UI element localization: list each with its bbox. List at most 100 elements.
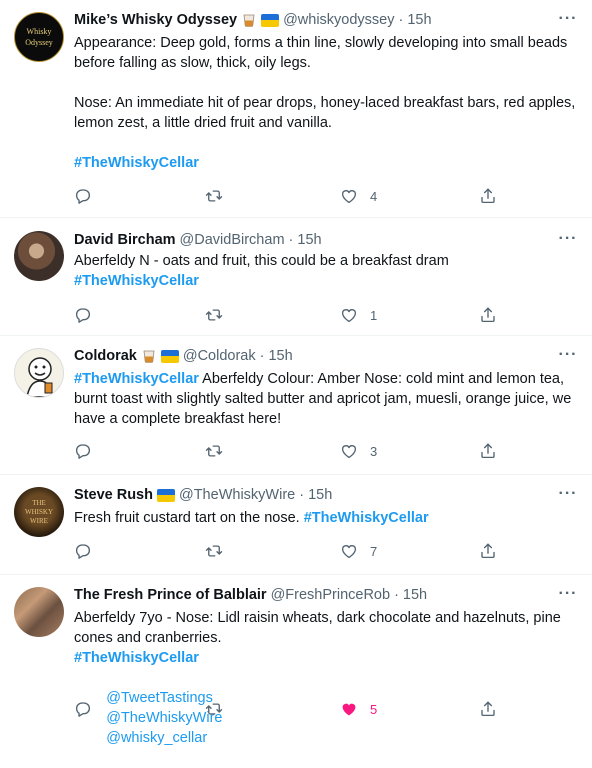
more-options-icon[interactable]: ···	[556, 347, 580, 368]
like-button[interactable]: 3	[340, 440, 377, 462]
ukraine-flag	[160, 349, 179, 363]
reply-button[interactable]	[74, 304, 92, 326]
timestamp[interactable]: 15h	[308, 485, 332, 505]
share-icon	[479, 442, 497, 460]
hashtag-link[interactable]: #TheWhiskyCellar	[74, 371, 199, 387]
avatar-logo-text: WHISKY	[25, 508, 53, 516]
heart-icon	[340, 542, 358, 560]
retweet-button[interactable]	[205, 440, 223, 462]
share-button[interactable]	[479, 540, 497, 562]
reply-button[interactable]	[74, 698, 92, 720]
separator-dot: ·	[259, 348, 265, 364]
reply-icon	[74, 542, 92, 560]
paragraph: Fresh fruit custard tart on the nose.	[74, 510, 304, 526]
username[interactable]: @DavidBircham	[180, 230, 285, 250]
avatar[interactable]	[14, 587, 64, 637]
retweet-icon	[205, 542, 223, 560]
share-button[interactable]	[479, 698, 497, 720]
avatar-logo-text: THE	[32, 499, 46, 507]
tweet[interactable]: The Fresh Prince of Balblair @FreshPrinc…	[0, 575, 592, 746]
retweet-button[interactable]	[205, 540, 223, 562]
tweet[interactable]: Coldorak @Coldorak · 15h #TheWhiskyCella…	[0, 336, 592, 475]
avatar-logo-text: WIRE	[30, 517, 48, 525]
share-button[interactable]	[479, 185, 497, 207]
reply-icon	[74, 187, 92, 205]
reply-button[interactable]	[74, 540, 92, 562]
reply-button[interactable]	[74, 440, 92, 462]
avatar[interactable]: Whisky Odyssey	[14, 12, 64, 62]
like-count: 5	[370, 701, 378, 717]
share-button[interactable]	[479, 304, 497, 326]
username[interactable]: @FreshPrinceRob	[271, 585, 390, 605]
avatar[interactable]	[14, 231, 64, 281]
more-options-icon[interactable]: ···	[556, 231, 580, 252]
heart-filled-icon	[340, 700, 358, 718]
tweet-text: #TheWhiskyCellar Aberfeldy Colour: Amber…	[74, 369, 578, 429]
tweet-header: David Bircham @DavidBircham · 15h	[74, 230, 578, 250]
retweet-icon	[205, 187, 223, 205]
tweet-header: Steve Rush @TheWhiskyWire · 15h	[74, 485, 578, 505]
cartoon-figure-icon	[26, 357, 54, 397]
whisky-glass-emoji	[141, 348, 157, 364]
avatar[interactable]: THE WHISKY WIRE	[14, 487, 64, 537]
display-name[interactable]: Steve Rush	[74, 485, 153, 505]
reply-icon	[74, 306, 92, 324]
hashtag-link[interactable]: #TheWhiskyCellar	[74, 650, 199, 666]
like-button[interactable]: 7	[340, 540, 377, 562]
share-button[interactable]	[479, 440, 497, 462]
more-options-icon[interactable]: ···	[556, 11, 580, 32]
username[interactable]: @TheWhiskyWire	[179, 485, 295, 505]
avatar[interactable]	[14, 348, 64, 398]
paragraph: Aberfeldy N - oats and fruit, this could…	[74, 253, 449, 269]
like-count: 4	[370, 188, 378, 204]
hashtag-link[interactable]: #TheWhiskyCellar	[74, 155, 199, 171]
like-count: 1	[370, 307, 378, 323]
retweet-button[interactable]	[205, 185, 223, 207]
hashtag-link[interactable]: #TheWhiskyCellar	[74, 273, 199, 289]
avatar-logo-text: Whisky	[26, 27, 52, 36]
username[interactable]: @Coldorak	[183, 346, 256, 366]
whisky-glass-emoji	[241, 12, 257, 28]
heart-icon	[340, 306, 358, 324]
hashtag-link[interactable]: #TheWhiskyCellar	[304, 510, 429, 526]
paragraph: Aberfeldy 7yo - Nose: Lidl raisin wheats…	[74, 610, 565, 646]
timestamp[interactable]: 15h	[268, 346, 292, 366]
timestamp[interactable]: 15h	[403, 585, 427, 605]
display-name[interactable]: David Bircham	[74, 230, 176, 250]
share-icon	[479, 700, 497, 718]
like-button[interactable]: 4	[340, 185, 377, 207]
username[interactable]: @whiskyodyssey	[283, 10, 394, 30]
reply-button[interactable]	[74, 185, 92, 207]
reply-icon	[74, 700, 92, 718]
tweet[interactable]: Whisky Odyssey Mike’s Whisky Odyssey @wh…	[0, 0, 592, 218]
display-name[interactable]: Mike’s Whisky Odyssey	[74, 10, 237, 30]
retweet-button[interactable]	[205, 698, 223, 720]
more-options-icon[interactable]: ···	[556, 486, 580, 507]
action-bar: 1	[74, 304, 514, 326]
tweet[interactable]: THE WHISKY WIRE Steve Rush @TheWhiskyWir…	[0, 475, 592, 575]
retweet-button[interactable]	[205, 304, 223, 326]
mention-link[interactable]: @whisky_cellar	[106, 730, 207, 746]
action-bar: 7	[74, 540, 514, 562]
tweet[interactable]: David Bircham @DavidBircham · 15h Aberfe…	[0, 218, 592, 336]
paragraph: Nose: An immediate hit of pear drops, ho…	[74, 95, 580, 131]
tweet-text: Appearance: Deep gold, forms a thin line…	[74, 33, 578, 173]
tweet-text: Aberfeldy N - oats and fruit, this could…	[74, 251, 578, 291]
separator-dot: ·	[394, 587, 399, 603]
heart-icon	[340, 187, 358, 205]
more-options-icon[interactable]: ···	[556, 586, 580, 607]
share-icon	[479, 542, 497, 560]
timestamp[interactable]: 15h	[407, 10, 431, 30]
display-name[interactable]: Coldorak	[74, 346, 137, 366]
timestamp[interactable]: 15h	[297, 230, 321, 250]
display-name[interactable]: The Fresh Prince of Balblair	[74, 585, 267, 605]
retweet-icon	[205, 306, 223, 324]
share-icon	[479, 306, 497, 324]
avatar-logo-text: Odyssey	[25, 38, 53, 47]
like-count: 3	[370, 443, 378, 459]
paragraph: Appearance: Deep gold, forms a thin line…	[74, 35, 572, 71]
like-button[interactable]: 1	[340, 304, 377, 326]
like-button[interactable]: 5	[340, 698, 377, 720]
retweet-icon	[205, 700, 223, 718]
tweet-header: Coldorak @Coldorak · 15h	[74, 346, 578, 366]
